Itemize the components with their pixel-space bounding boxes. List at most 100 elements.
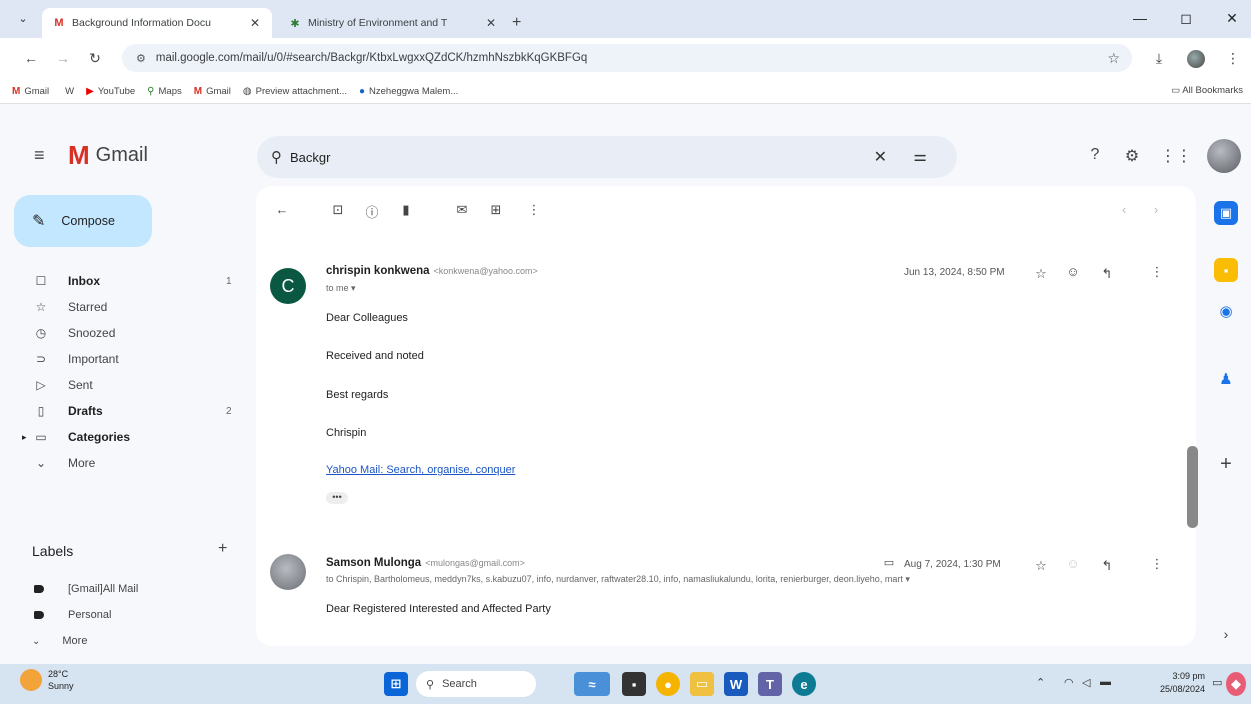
recipients[interactable]: to Chrispin, Bartholomeus, meddyn7ks, s.…: [326, 574, 910, 585]
download-icon[interactable]: ⤓: [1150, 50, 1168, 67]
sender-name[interactable]: chrispin konkwena <konkwena@yahoo.com>: [326, 265, 538, 277]
bookmark-nzeheggwa[interactable]: ● Nzeheggwa Malem...: [359, 86, 458, 97]
show-trimmed-content-button[interactable]: •••: [326, 492, 348, 504]
tab-search-icon[interactable]: ⌄: [14, 12, 32, 30]
sender-avatar[interactable]: [270, 554, 306, 590]
word-icon[interactable]: W: [724, 672, 748, 696]
close-tab-icon[interactable]: ✕: [248, 16, 262, 30]
scrollbar-thumb[interactable]: [1187, 446, 1198, 528]
apps-grid-icon[interactable]: ⋮⋮: [1160, 146, 1192, 166]
sidebar-item-starred[interactable]: ☆ Starred: [0, 294, 250, 320]
sidebar-item-inbox[interactable]: ☐ Inbox 1: [0, 268, 250, 294]
create-label-icon[interactable]: +: [218, 540, 227, 558]
sidebar-item-sent[interactable]: ▷ Sent: [0, 372, 250, 398]
weather-widget[interactable]: 28°C Sunny: [20, 668, 74, 692]
tasks-icon[interactable]: ◉: [1214, 299, 1238, 323]
older-icon[interactable]: ›: [1154, 202, 1158, 217]
sender-avatar[interactable]: C: [270, 268, 306, 304]
sidebar-item-more[interactable]: ⌄ More: [0, 450, 250, 476]
keep-icon[interactable]: ▪: [1214, 258, 1238, 282]
tab-ministry[interactable]: ✱ Ministry of Environment and T ✕: [278, 8, 508, 38]
search-icon[interactable]: ⚲: [271, 148, 282, 166]
tray-chevron-icon[interactable]: ⌃: [1036, 676, 1045, 689]
more-actions-icon[interactable]: ⋮: [524, 202, 544, 218]
sender-name[interactable]: Samson Mulonga <mulongas@gmail.com>: [326, 557, 525, 569]
main-menu-icon[interactable]: ≡: [34, 145, 45, 166]
delete-icon[interactable]: ▮: [396, 202, 416, 218]
bookmark-gmail[interactable]: M Gmail: [12, 86, 49, 97]
yahoo-link[interactable]: Yahoo Mail: Search, organise, conquer: [326, 464, 515, 476]
teams-icon[interactable]: T: [758, 672, 782, 696]
bookmark-maps[interactable]: ⚲ Maps: [147, 86, 182, 97]
site-info-icon[interactable]: ⚙: [136, 52, 146, 65]
gmail-logo[interactable]: M Gmail: [68, 140, 148, 171]
star-icon[interactable]: ☆: [1032, 266, 1050, 282]
bookmark-star-icon[interactable]: ☆: [1107, 50, 1120, 67]
copilot-icon[interactable]: ◆: [1226, 672, 1246, 696]
help-icon[interactable]: ?: [1084, 146, 1106, 164]
volume-icon[interactable]: ◁: [1082, 676, 1090, 689]
file-explorer-icon[interactable]: ▭: [690, 672, 714, 696]
close-window-icon[interactable]: ✕: [1222, 10, 1242, 27]
archive-icon[interactable]: ⊡: [328, 202, 348, 218]
windows-start-icon[interactable]: ⊞: [384, 672, 408, 696]
chrome-icon[interactable]: ●: [656, 672, 680, 696]
emoji-react-icon[interactable]: ☺: [1064, 556, 1082, 571]
reply-icon[interactable]: ↰: [1098, 266, 1116, 282]
browser-menu-icon[interactable]: ⋮: [1224, 50, 1242, 67]
label-all-mail[interactable]: [Gmail]All Mail: [0, 576, 250, 602]
forward-icon[interactable]: →: [54, 50, 72, 66]
minimize-icon[interactable]: —: [1130, 10, 1150, 26]
reload-icon[interactable]: ↻: [86, 50, 104, 67]
all-bookmarks[interactable]: ▭ All Bookmarks: [1171, 85, 1243, 96]
label-more[interactable]: ⌄ More: [0, 628, 250, 654]
sidebar-item-important[interactable]: ⊃ Important: [0, 346, 250, 372]
close-tab-icon[interactable]: ✕: [484, 16, 498, 30]
search-input[interactable]: Backgr: [290, 150, 330, 165]
sidebar-item-snoozed[interactable]: ◷ Snoozed: [0, 320, 250, 346]
bookmark-youtube[interactable]: ▶ YouTube: [86, 86, 135, 97]
get-addons-icon[interactable]: +: [1214, 452, 1238, 476]
sidebar-item-drafts[interactable]: ▯ Drafts 2: [0, 398, 250, 424]
more-options-icon[interactable]: ⋮: [1148, 264, 1166, 280]
bookmark-w[interactable]: W: [61, 86, 74, 97]
battery-icon[interactable]: ▬: [1100, 676, 1111, 688]
star-icon[interactable]: ☆: [1032, 558, 1050, 574]
expand-caret-icon[interactable]: ▸: [22, 432, 27, 443]
back-icon[interactable]: ←: [22, 50, 40, 66]
widget-app-icon[interactable]: ≈: [574, 672, 610, 696]
expand-panel-icon[interactable]: ›: [1214, 622, 1238, 646]
new-tab-icon[interactable]: +: [512, 14, 521, 32]
bookmark-preview[interactable]: ◍ Preview attachment...: [243, 86, 347, 97]
report-spam-icon[interactable]: ⓘ: [362, 202, 382, 221]
more-options-icon[interactable]: ⋮: [1148, 556, 1166, 572]
system-clock[interactable]: 3:09 pm 25/08/2024: [1160, 670, 1205, 696]
calendar-icon[interactable]: ▣: [1214, 201, 1238, 225]
settings-gear-icon[interactable]: ⚙: [1121, 146, 1143, 166]
reply-icon[interactable]: ↰: [1098, 558, 1116, 574]
bookmark-gmail-2[interactable]: M Gmail: [194, 86, 231, 97]
wifi-icon[interactable]: ◠: [1064, 676, 1074, 689]
sidebar-item-categories[interactable]: ▸ ▭ Categories: [0, 424, 250, 450]
app-icon[interactable]: ▪: [622, 672, 646, 696]
clear-search-icon[interactable]: ✕: [874, 147, 887, 167]
edge-icon[interactable]: e: [792, 672, 816, 696]
label-personal[interactable]: Personal: [0, 602, 250, 628]
profile-avatar[interactable]: [1187, 50, 1205, 68]
search-options-icon[interactable]: ⚌: [914, 147, 927, 165]
account-avatar[interactable]: [1207, 139, 1241, 173]
taskbar-search[interactable]: ⚲ Search: [416, 671, 536, 697]
back-to-list-icon[interactable]: ←: [272, 202, 292, 217]
recipients[interactable]: to me ▾: [326, 283, 356, 294]
search-bar[interactable]: ⚲ Backgr ✕ ⚌: [257, 136, 957, 178]
newer-icon[interactable]: ‹: [1122, 202, 1126, 217]
url-bar[interactable]: ⚙ mail.google.com/mail/u/0/#search/Backg…: [122, 44, 1132, 72]
mark-unread-icon[interactable]: ✉: [452, 202, 472, 218]
compose-button[interactable]: ✎ Compose: [14, 195, 152, 247]
maximize-icon[interactable]: ◻: [1176, 10, 1196, 27]
contacts-icon[interactable]: ♟: [1214, 367, 1238, 391]
snooze-icon[interactable]: ⊞: [486, 202, 506, 218]
emoji-react-icon[interactable]: ☺: [1064, 264, 1082, 279]
notification-icon[interactable]: ▭: [1212, 676, 1222, 689]
tab-gmail[interactable]: M Background Information Docu ✕: [42, 8, 272, 38]
